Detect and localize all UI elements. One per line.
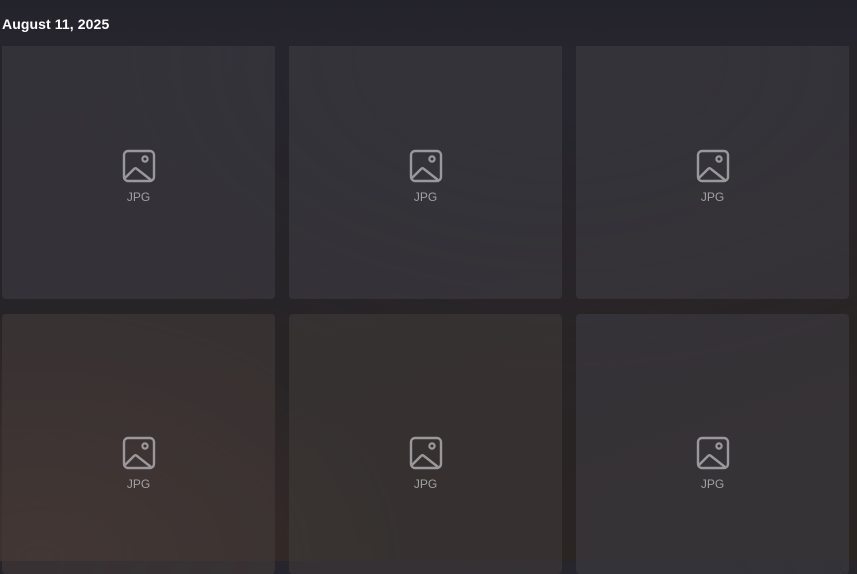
file-type-label: JPG	[700, 477, 725, 491]
photo-thumbnail[interactable]: JPG	[576, 314, 849, 574]
file-type-label: JPG	[413, 477, 438, 491]
photo-thumbnail[interactable]: JPG	[2, 314, 275, 574]
image-icon	[122, 436, 156, 470]
photo-thumbnail[interactable]: JPG	[289, 314, 562, 574]
thumbnail-placeholder: JPG	[576, 436, 849, 491]
photo-thumbnail[interactable]: JPG	[289, 46, 562, 299]
photo-thumbnail[interactable]: JPG	[576, 46, 849, 299]
image-icon	[409, 436, 443, 470]
file-type-label: JPG	[700, 190, 725, 204]
file-type-label: JPG	[126, 477, 151, 491]
thumbnail-placeholder: JPG	[289, 436, 562, 491]
image-icon	[409, 149, 443, 183]
thumbnail-placeholder: JPG	[2, 436, 275, 491]
image-icon	[122, 149, 156, 183]
image-icon	[696, 149, 730, 183]
image-icon	[696, 436, 730, 470]
thumbnail-placeholder: JPG	[2, 149, 275, 204]
thumbnail-placeholder: JPG	[289, 149, 562, 204]
photo-grid: JPG JPG JPG JPG JPG JPG	[0, 0, 857, 574]
photo-thumbnail[interactable]: JPG	[2, 46, 275, 299]
thumbnail-placeholder: JPG	[576, 149, 849, 204]
date-heading: August 11, 2025	[2, 16, 110, 32]
date-group-header: August 11, 2025	[0, 0, 857, 46]
file-type-label: JPG	[413, 190, 438, 204]
file-type-label: JPG	[126, 190, 151, 204]
